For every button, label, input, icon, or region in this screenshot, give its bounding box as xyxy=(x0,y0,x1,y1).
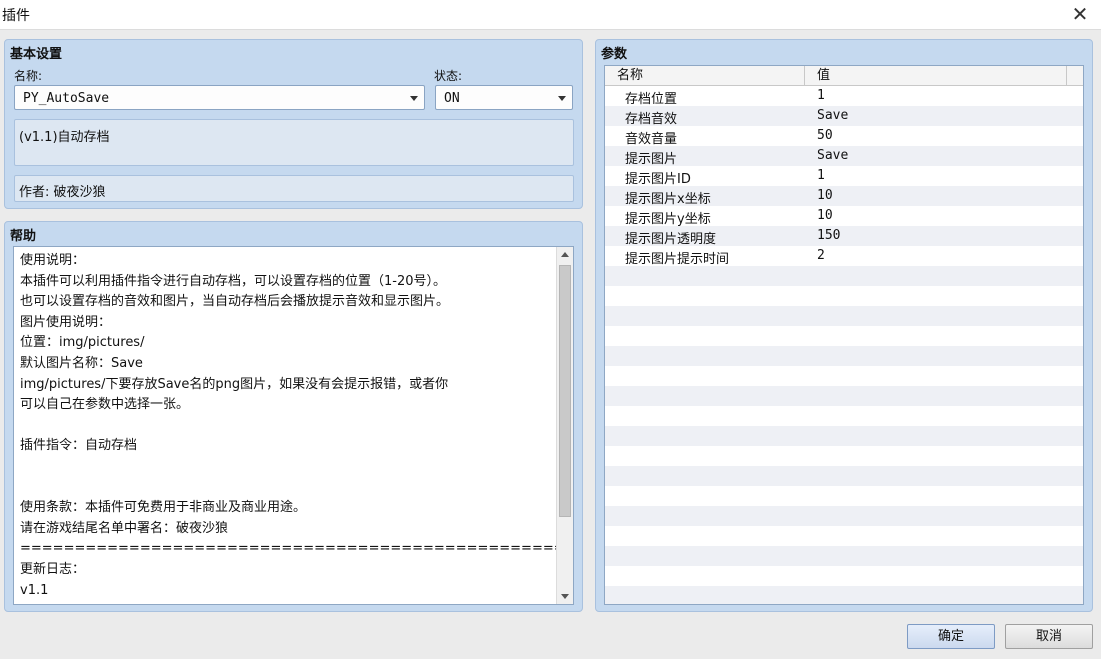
help-line: 默认图片名称：Save xyxy=(20,355,143,371)
empty-row xyxy=(605,346,1083,366)
help-line: ========================================… xyxy=(20,541,556,557)
params-table: 名称 值 存档位置 1 存档音效 Save 音效音量 50 提示图片 Save … xyxy=(604,65,1084,605)
window-title: 插件 xyxy=(2,8,30,24)
help-line xyxy=(20,478,556,499)
close-icon[interactable]: ✕ xyxy=(1069,3,1091,25)
param-value: 50 xyxy=(817,128,833,143)
plugin-name-value: PY_AutoSave xyxy=(23,91,110,106)
help-line: 图片使用说明： xyxy=(20,314,112,330)
param-name: 提示图片x坐标 xyxy=(625,192,711,207)
help-line: 可以自己在参数中选择一张。 xyxy=(20,397,190,413)
help-line: 请在游戏结尾名单中署名：破夜沙狼 xyxy=(20,520,229,536)
param-value: Save xyxy=(817,148,849,163)
description-box: (v1.1)自动存档 xyxy=(14,119,574,166)
params-title: 参数 xyxy=(601,47,628,62)
param-name: 存档音效 xyxy=(625,112,678,127)
plugin-name-select[interactable]: PY_AutoSave xyxy=(14,85,425,110)
scrollbar-thumb[interactable] xyxy=(559,265,571,517)
help-line xyxy=(20,416,556,437)
param-value: 10 xyxy=(817,188,833,203)
empty-row xyxy=(605,406,1083,426)
status-label: 状态: xyxy=(434,69,463,83)
help-line: 位置：img/pictures/ xyxy=(20,335,145,351)
empty-row xyxy=(605,526,1083,546)
help-line: img/pictures/下要存放Save名的png图片，如果没有会提示报错，或… xyxy=(20,376,449,392)
help-line: 使用条款：本插件可免费用于非商业及商业用途。 xyxy=(20,500,307,516)
param-value: Save xyxy=(817,108,849,123)
help-line: 使用说明： xyxy=(20,253,86,268)
help-textarea[interactable]: 使用说明： 本插件可以利用插件指令进行自动存档，可以设置存档的位置（1-20号）… xyxy=(13,246,574,605)
author-text: 作者: 破夜沙狼 xyxy=(19,185,106,200)
scroll-down-icon[interactable] xyxy=(557,588,573,604)
param-value: 1 xyxy=(817,88,825,103)
table-row[interactable]: 存档音效 Save xyxy=(605,106,1083,127)
help-line: v1.1 xyxy=(20,582,49,598)
help-title: 帮助 xyxy=(10,229,37,244)
column-header-name[interactable]: 名称 xyxy=(605,66,805,86)
table-row[interactable]: 音效音量 50 xyxy=(605,126,1083,147)
param-value: 150 xyxy=(817,228,841,243)
param-value: 10 xyxy=(817,208,833,223)
empty-row xyxy=(605,306,1083,326)
title-bar: 插件 ✕ xyxy=(0,0,1101,30)
help-line: 更新日志： xyxy=(20,561,86,577)
empty-row xyxy=(605,446,1083,466)
help-line: 插件指令：自动存档 xyxy=(20,438,138,454)
empty-row xyxy=(605,566,1083,586)
table-row[interactable]: 提示图片提示时间 2 xyxy=(605,246,1083,267)
table-row[interactable]: 提示图片y坐标 10 xyxy=(605,206,1083,227)
empty-row xyxy=(605,286,1083,306)
param-value: 1 xyxy=(817,168,825,183)
empty-row xyxy=(605,586,1083,604)
empty-row xyxy=(605,546,1083,566)
status-value: ON xyxy=(444,91,460,106)
table-row[interactable]: 提示图片 Save xyxy=(605,146,1083,167)
table-row[interactable]: 提示图片透明度 150 xyxy=(605,226,1083,247)
param-name: 提示图片提示时间 xyxy=(625,252,730,267)
chevron-down-icon xyxy=(558,96,566,101)
empty-row xyxy=(605,366,1083,386)
empty-row xyxy=(605,266,1083,286)
param-name: 提示图片 xyxy=(625,152,678,167)
empty-row xyxy=(605,466,1083,486)
empty-row xyxy=(605,486,1083,506)
cancel-button[interactable]: 取消 xyxy=(1005,624,1093,649)
param-name: 提示图片ID xyxy=(625,172,691,187)
name-label: 名称: xyxy=(14,69,43,83)
param-name: 音效音量 xyxy=(625,132,678,147)
param-name: 提示图片透明度 xyxy=(625,232,717,247)
basic-settings-panel: 基本设置 名称: PY_AutoSave 状态: ON (v1.1)自动存档 作… xyxy=(4,39,583,209)
description-text: (v1.1)自动存档 xyxy=(19,130,110,145)
help-line: 本插件可以利用插件指令进行自动存档，可以设置存档的位置（1-20号）。 xyxy=(20,273,447,289)
author-box: 作者: 破夜沙狼 xyxy=(14,175,574,202)
empty-row xyxy=(605,386,1083,406)
column-divider xyxy=(1066,66,1067,86)
empty-row xyxy=(605,426,1083,446)
help-text: 使用说明： 本插件可以利用插件指令进行自动存档，可以设置存档的位置（1-20号）… xyxy=(20,251,556,601)
params-table-header: 名称 值 xyxy=(605,66,1083,86)
help-scrollbar[interactable] xyxy=(556,247,573,604)
chevron-down-icon xyxy=(410,96,418,101)
ok-button[interactable]: 确定 xyxy=(907,624,995,649)
basic-settings-title: 基本设置 xyxy=(10,47,63,62)
scroll-up-icon[interactable] xyxy=(557,247,573,263)
param-value: 2 xyxy=(817,248,825,263)
empty-row xyxy=(605,506,1083,526)
table-row[interactable]: 提示图片ID 1 xyxy=(605,166,1083,187)
column-header-value[interactable]: 值 xyxy=(805,66,1083,86)
table-row[interactable]: 存档位置 1 xyxy=(605,86,1083,107)
help-line: 也可以设置存档的音效和图片，当自动存档后会播放提示音效和显示图片。 xyxy=(20,294,450,310)
help-line xyxy=(20,457,556,478)
empty-row xyxy=(605,326,1083,346)
status-select[interactable]: ON xyxy=(435,85,573,110)
param-name: 提示图片y坐标 xyxy=(625,212,711,227)
table-row[interactable]: 提示图片x坐标 10 xyxy=(605,186,1083,207)
param-name: 存档位置 xyxy=(625,92,678,107)
